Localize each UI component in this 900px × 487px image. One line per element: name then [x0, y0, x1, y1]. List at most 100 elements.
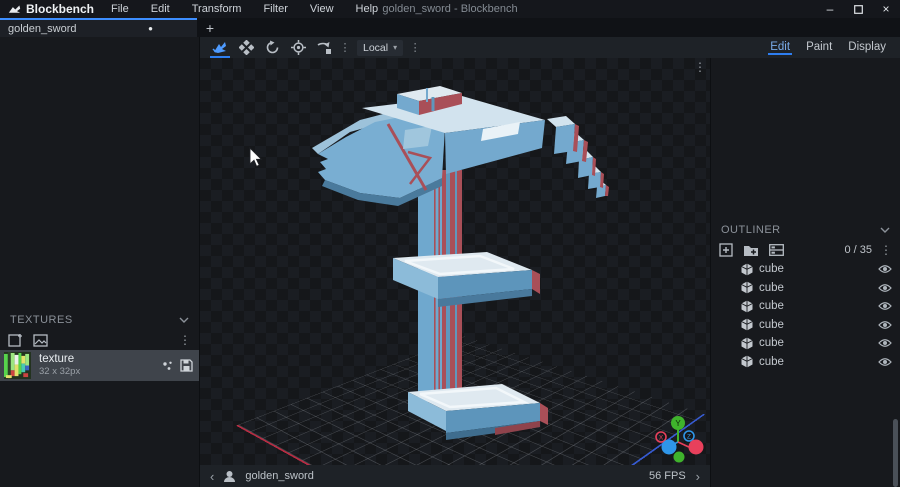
add-group-icon[interactable] — [743, 244, 759, 257]
menu-filter[interactable]: Filter — [254, 2, 296, 16]
outliner-list: cube cube cube cube cube cube — [711, 260, 900, 371]
mode-tabs: Edit Paint Display — [764, 39, 894, 56]
3d-viewport[interactable]: Y X Z ⋮ — [200, 58, 710, 465]
app-name: Blockbench — [26, 2, 94, 16]
outliner-item-label: cube — [759, 263, 784, 275]
maximize-icon — [854, 5, 863, 14]
add-cube-icon[interactable] — [719, 243, 733, 257]
pivot-tool-button[interactable] — [286, 38, 310, 58]
rotate-tool-icon — [265, 40, 280, 55]
menu-edit[interactable]: Edit — [142, 2, 179, 16]
create-texture-icon[interactable] — [33, 334, 48, 347]
menu-help[interactable]: Help — [347, 2, 388, 16]
status-project-name[interactable]: golden_sword — [245, 470, 314, 482]
texture-list-item[interactable]: texture 32 x 32px — [0, 350, 199, 381]
maximize-button[interactable] — [844, 0, 872, 18]
resize-tool-icon — [239, 40, 254, 55]
blockbench-window: Blockbench File Edit Transform Filter Vi… — [0, 0, 900, 487]
outliner-panel-header[interactable]: OUTLINER — [711, 218, 900, 240]
outliner-more-icon[interactable]: ⋮ — [880, 244, 892, 256]
project-tab[interactable]: golden_sword ● — [0, 18, 197, 37]
textures-panel-title: TEXTURES — [10, 314, 73, 326]
mouse-cursor — [200, 58, 710, 465]
outliner-toolbar: 0 / 35 ⋮ — [711, 240, 900, 260]
move-tool-button[interactable] — [208, 38, 232, 58]
main-toolbar: ⋮ Local ▾ ⋮ Edit Paint Display — [200, 37, 900, 58]
minimize-icon: – — [827, 2, 834, 16]
cube-icon — [741, 300, 753, 313]
textures-toolbar: ⋮ — [0, 330, 199, 350]
outliner-item-cube[interactable]: cube — [711, 353, 900, 372]
visibility-toggle[interactable] — [878, 301, 892, 311]
status-next-icon[interactable]: › — [696, 469, 700, 484]
transform-space-select[interactable]: Local ▾ — [357, 40, 403, 56]
toggle-list-icon[interactable] — [769, 244, 784, 256]
outliner-item-cube[interactable]: cube — [711, 316, 900, 335]
rotate-tool-button[interactable] — [260, 38, 284, 58]
cube-icon — [741, 337, 753, 350]
cube-icon — [741, 355, 753, 368]
outliner-item-cube[interactable]: cube — [711, 260, 900, 279]
chevron-down-icon — [880, 227, 890, 233]
menu-file[interactable]: File — [102, 2, 138, 16]
eye-icon — [878, 320, 892, 330]
window-title: golden_sword - Blockbench — [382, 3, 517, 15]
textures-more-icon[interactable]: ⋮ — [179, 334, 191, 346]
outliner-panel-title: OUTLINER — [721, 224, 781, 236]
menubar: File Edit Transform Filter View Help — [102, 2, 387, 16]
close-button[interactable]: × — [872, 0, 900, 18]
dropdown-caret-icon: ▾ — [393, 43, 397, 52]
left-sidebar: TEXTURES ⋮ texture 32 x 32px — [0, 37, 200, 487]
menu-view[interactable]: View — [301, 2, 343, 16]
plus-icon: + — [206, 20, 214, 36]
right-panel-scrollbar[interactable] — [893, 419, 898, 487]
textures-panel-header[interactable]: TEXTURES — [0, 308, 199, 330]
visibility-toggle[interactable] — [878, 338, 892, 348]
visibility-toggle[interactable] — [878, 264, 892, 274]
resize-tool-button[interactable] — [234, 38, 258, 58]
outliner-item-cube[interactable]: cube — [711, 279, 900, 298]
cube-icon — [741, 281, 753, 294]
app-logo: Blockbench — [0, 2, 102, 16]
outliner-item-label: cube — [759, 319, 784, 331]
import-texture-icon[interactable] — [8, 333, 23, 347]
texture-size: 32 x 32px — [39, 367, 80, 378]
toolbar-more-icon-2[interactable]: ⋮ — [408, 41, 422, 54]
vertex-snap-tool-button[interactable] — [312, 38, 336, 58]
save-texture-icon[interactable] — [180, 359, 193, 372]
close-icon: × — [882, 2, 889, 16]
new-tab-button[interactable]: + — [197, 18, 223, 37]
menu-transform[interactable]: Transform — [183, 2, 251, 16]
status-prev-icon[interactable]: ‹ — [210, 469, 214, 484]
visibility-toggle[interactable] — [878, 283, 892, 293]
chevron-down-icon — [179, 317, 189, 323]
mode-tab-display[interactable]: Display — [842, 39, 892, 56]
project-tab-bar: golden_sword ● + — [0, 18, 900, 37]
fps-counter: 56 FPS — [649, 470, 686, 482]
outliner-item-cube[interactable]: cube — [711, 334, 900, 353]
texture-name: texture — [39, 353, 80, 366]
player-head-icon[interactable] — [223, 470, 236, 483]
left-panel-empty-area — [0, 37, 199, 308]
unsaved-dot-icon: ● — [148, 24, 153, 33]
blockbench-logo-icon — [8, 3, 21, 16]
eye-icon — [878, 264, 892, 274]
particle-texture-icon[interactable] — [162, 360, 174, 372]
eye-icon — [878, 338, 892, 348]
cube-icon — [741, 318, 753, 331]
outliner-selection-count: 0 / 35 — [844, 244, 872, 256]
right-panel-empty-area — [711, 58, 900, 218]
outliner-item-label: cube — [759, 337, 784, 349]
project-tab-label: golden_sword — [8, 23, 77, 35]
pivot-tool-icon — [291, 40, 306, 55]
mode-tab-paint[interactable]: Paint — [800, 39, 838, 56]
mode-tab-edit[interactable]: Edit — [764, 39, 796, 56]
minimize-button[interactable]: – — [816, 0, 844, 18]
outliner-item-cube[interactable]: cube — [711, 297, 900, 316]
visibility-toggle[interactable] — [878, 320, 892, 330]
visibility-toggle[interactable] — [878, 357, 892, 367]
move-tool-icon — [212, 40, 229, 55]
toolbar-more-icon[interactable]: ⋮ — [338, 41, 352, 54]
right-sidebar: OUTLINER 0 / 35 ⋮ cube cube cube cube cu… — [711, 58, 900, 487]
outliner-item-label: cube — [759, 300, 784, 312]
